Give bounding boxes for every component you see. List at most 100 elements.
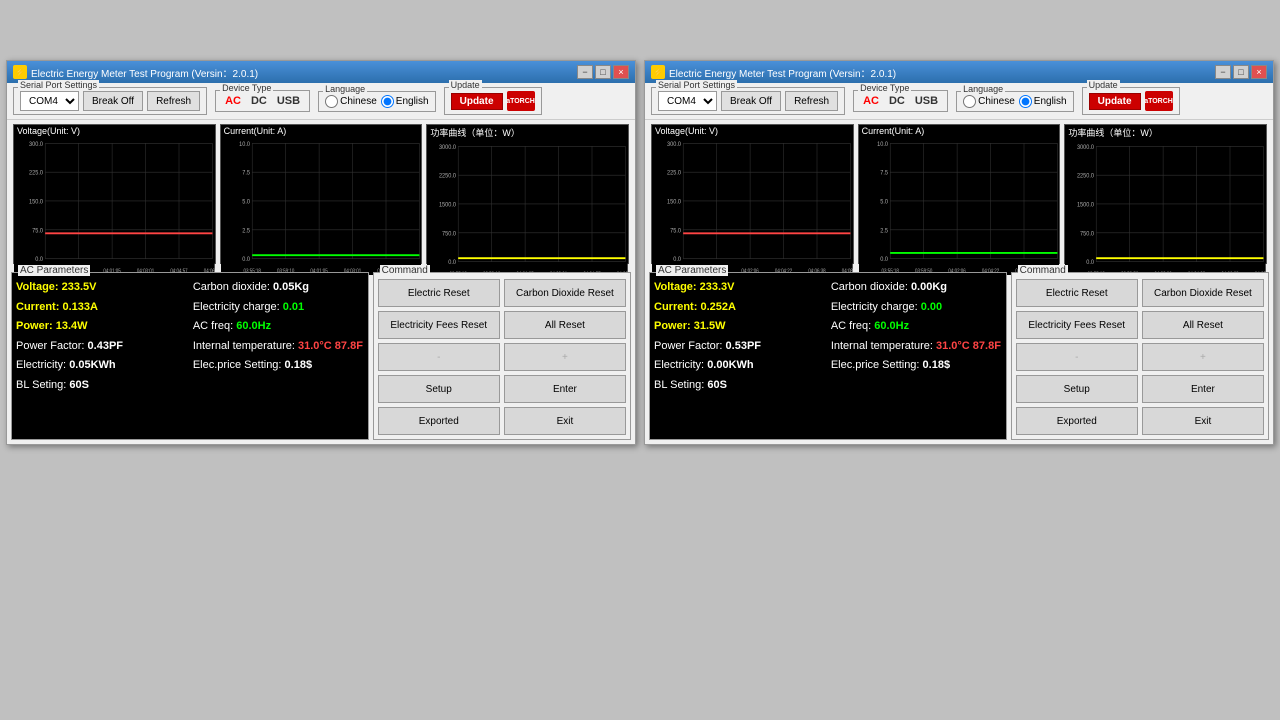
electric-reset-button[interactable]: Electric Reset: [378, 279, 500, 307]
param-value-10: 60S: [69, 379, 89, 391]
language-chinese-radio[interactable]: [963, 95, 976, 108]
electricity-fees-reset-button[interactable]: Electricity Fees Reset: [1016, 311, 1138, 339]
param-label-7: Internal temperature:: [193, 340, 298, 352]
param-label-0: Voltage:: [654, 281, 700, 293]
all-reset-button[interactable]: All Reset: [504, 311, 626, 339]
param-item-1: Carbon dioxide: 0.05Kg: [193, 279, 364, 297]
param-value-6: 0.53PF: [726, 340, 761, 352]
command-panel: CommandElectric ResetCarbon Dioxide Rese…: [373, 272, 631, 440]
param-label-6: Power Factor:: [654, 340, 726, 352]
minimize-button[interactable]: −: [1215, 65, 1231, 79]
param-value-7: 31.0°C 87.8F: [936, 340, 1001, 352]
svg-text:10.0: 10.0: [877, 142, 888, 148]
chart-0: Voltage(Unit: V)300.0225.0150.075.00.003…: [651, 124, 854, 264]
chart-svg-1: 10.07.55.02.50.003:55:1803:59:1004:01:05…: [221, 137, 422, 275]
device-type-usb-button[interactable]: USB: [912, 94, 941, 108]
svg-text:2.5: 2.5: [242, 228, 250, 234]
param-value-1: 0.05Kg: [273, 281, 309, 293]
language-chinese-label[interactable]: Chinese: [963, 95, 1015, 108]
carbon-dioxide-reset-button[interactable]: Carbon Dioxide Reset: [1142, 279, 1264, 307]
param-item-2: Current: 0.133A: [16, 299, 187, 317]
carbon-dioxide-reset-button[interactable]: Carbon Dioxide Reset: [504, 279, 626, 307]
com-select[interactable]: COM4: [20, 91, 79, 111]
title-bar-controls: −□×: [1215, 65, 1267, 79]
language-label: Language: [961, 84, 1005, 94]
language-english-radio[interactable]: [1019, 95, 1032, 108]
device-type-dc-button[interactable]: DC: [248, 94, 270, 108]
param-label-9: Elec.price Setting:: [193, 359, 285, 371]
param-label-1: Carbon dioxide:: [831, 281, 911, 293]
chart-0: Voltage(Unit: V)300.0225.0150.075.00.003…: [13, 124, 216, 264]
param-item-10: BL Seting: 60S: [654, 377, 825, 395]
refresh-button[interactable]: Refresh: [147, 91, 200, 111]
param-item-4: Power: 13.4W: [16, 318, 187, 336]
ac-params: AC ParametersVoltage: 233.3VCarbon dioxi…: [649, 272, 1007, 440]
com-select[interactable]: COM4: [658, 91, 717, 111]
param-item-3: Electricity charge: 0.00: [831, 299, 1002, 317]
param-item-6: Power Factor: 0.53PF: [654, 338, 825, 356]
close-button[interactable]: ×: [613, 65, 629, 79]
exit-button[interactable]: Exit: [504, 407, 626, 435]
param-item-6: Power Factor: 0.43PF: [16, 338, 187, 356]
language-english-radio[interactable]: [381, 95, 394, 108]
param-value-8: 0.00KWh: [707, 359, 753, 371]
exported-button[interactable]: Exported: [1016, 407, 1138, 435]
electricity-fees-reset-button[interactable]: Electricity Fees Reset: [378, 311, 500, 339]
param-value-3: 0.01: [283, 301, 304, 313]
language-chinese-radio[interactable]: [325, 95, 338, 108]
svg-text:300.0: 300.0: [667, 142, 682, 148]
break-off-button[interactable]: Break Off: [721, 91, 781, 111]
update-button[interactable]: Update: [1089, 93, 1141, 110]
svg-text:7.5: 7.5: [242, 170, 250, 176]
ac-params-label: AC Parameters: [18, 265, 90, 276]
minimize-button[interactable]: −: [577, 65, 593, 79]
minus-button[interactable]: -: [378, 343, 500, 371]
param-label-0: Voltage:: [16, 281, 62, 293]
device-type-usb-button[interactable]: USB: [274, 94, 303, 108]
break-off-button[interactable]: Break Off: [83, 91, 143, 111]
svg-text:10.0: 10.0: [239, 142, 250, 148]
language-english-label[interactable]: English: [381, 95, 429, 108]
update-button[interactable]: Update: [451, 93, 503, 110]
param-value-8: 0.05KWh: [69, 359, 115, 371]
param-label-9: Elec.price Setting:: [831, 359, 923, 371]
chart-1: Current(Unit: A)10.07.55.02.50.003:55:18…: [220, 124, 423, 264]
serial-port-group: Serial Port SettingsCOM4Break OffRefresh: [13, 87, 207, 115]
setup-button[interactable]: Setup: [378, 375, 500, 403]
command-panel: CommandElectric ResetCarbon Dioxide Rese…: [1011, 272, 1269, 440]
refresh-button[interactable]: Refresh: [785, 91, 838, 111]
command-grid: Electric ResetCarbon Dioxide ResetElectr…: [378, 279, 626, 435]
maximize-button[interactable]: □: [595, 65, 611, 79]
ac-params-label: AC Parameters: [656, 265, 728, 276]
close-button[interactable]: ×: [1251, 65, 1267, 79]
svg-text:0.0: 0.0: [449, 260, 457, 266]
setup-button[interactable]: Setup: [1016, 375, 1138, 403]
serial-port-group: Serial Port SettingsCOM4Break OffRefresh: [651, 87, 845, 115]
update-label: Update: [1087, 80, 1120, 90]
svg-text:1500.0: 1500.0: [439, 202, 457, 208]
all-reset-button[interactable]: All Reset: [1142, 311, 1264, 339]
minus-button[interactable]: -: [1016, 343, 1138, 371]
device-type-dc-button[interactable]: DC: [886, 94, 908, 108]
language-chinese-label[interactable]: Chinese: [325, 95, 377, 108]
svg-text:1500.0: 1500.0: [1077, 202, 1095, 208]
device-type-ac-button[interactable]: AC: [860, 94, 882, 108]
electric-reset-button[interactable]: Electric Reset: [1016, 279, 1138, 307]
exported-button[interactable]: Exported: [378, 407, 500, 435]
ac-params: AC ParametersVoltage: 233.5VCarbon dioxi…: [11, 272, 369, 440]
plus-button[interactable]: +: [504, 343, 626, 371]
device-type-group: Device TypeACDCUSB: [853, 90, 948, 112]
plus-button[interactable]: +: [1142, 343, 1264, 371]
device-type-ac-button[interactable]: AC: [222, 94, 244, 108]
torch-logo: aTORCH: [1145, 91, 1173, 111]
enter-button[interactable]: Enter: [504, 375, 626, 403]
enter-button[interactable]: Enter: [1142, 375, 1264, 403]
chart-2: 功率曲线（单位：W）3000.02250.01500.0750.00.003:5…: [426, 124, 629, 264]
svg-text:7.5: 7.5: [880, 170, 888, 176]
exit-button[interactable]: Exit: [1142, 407, 1264, 435]
param-item-5: AC freq: 60.0Hz: [831, 318, 1002, 336]
language-english-label[interactable]: English: [1019, 95, 1067, 108]
param-value-2: 0.252A: [700, 301, 735, 313]
language-label: Language: [323, 84, 367, 94]
maximize-button[interactable]: □: [1233, 65, 1249, 79]
